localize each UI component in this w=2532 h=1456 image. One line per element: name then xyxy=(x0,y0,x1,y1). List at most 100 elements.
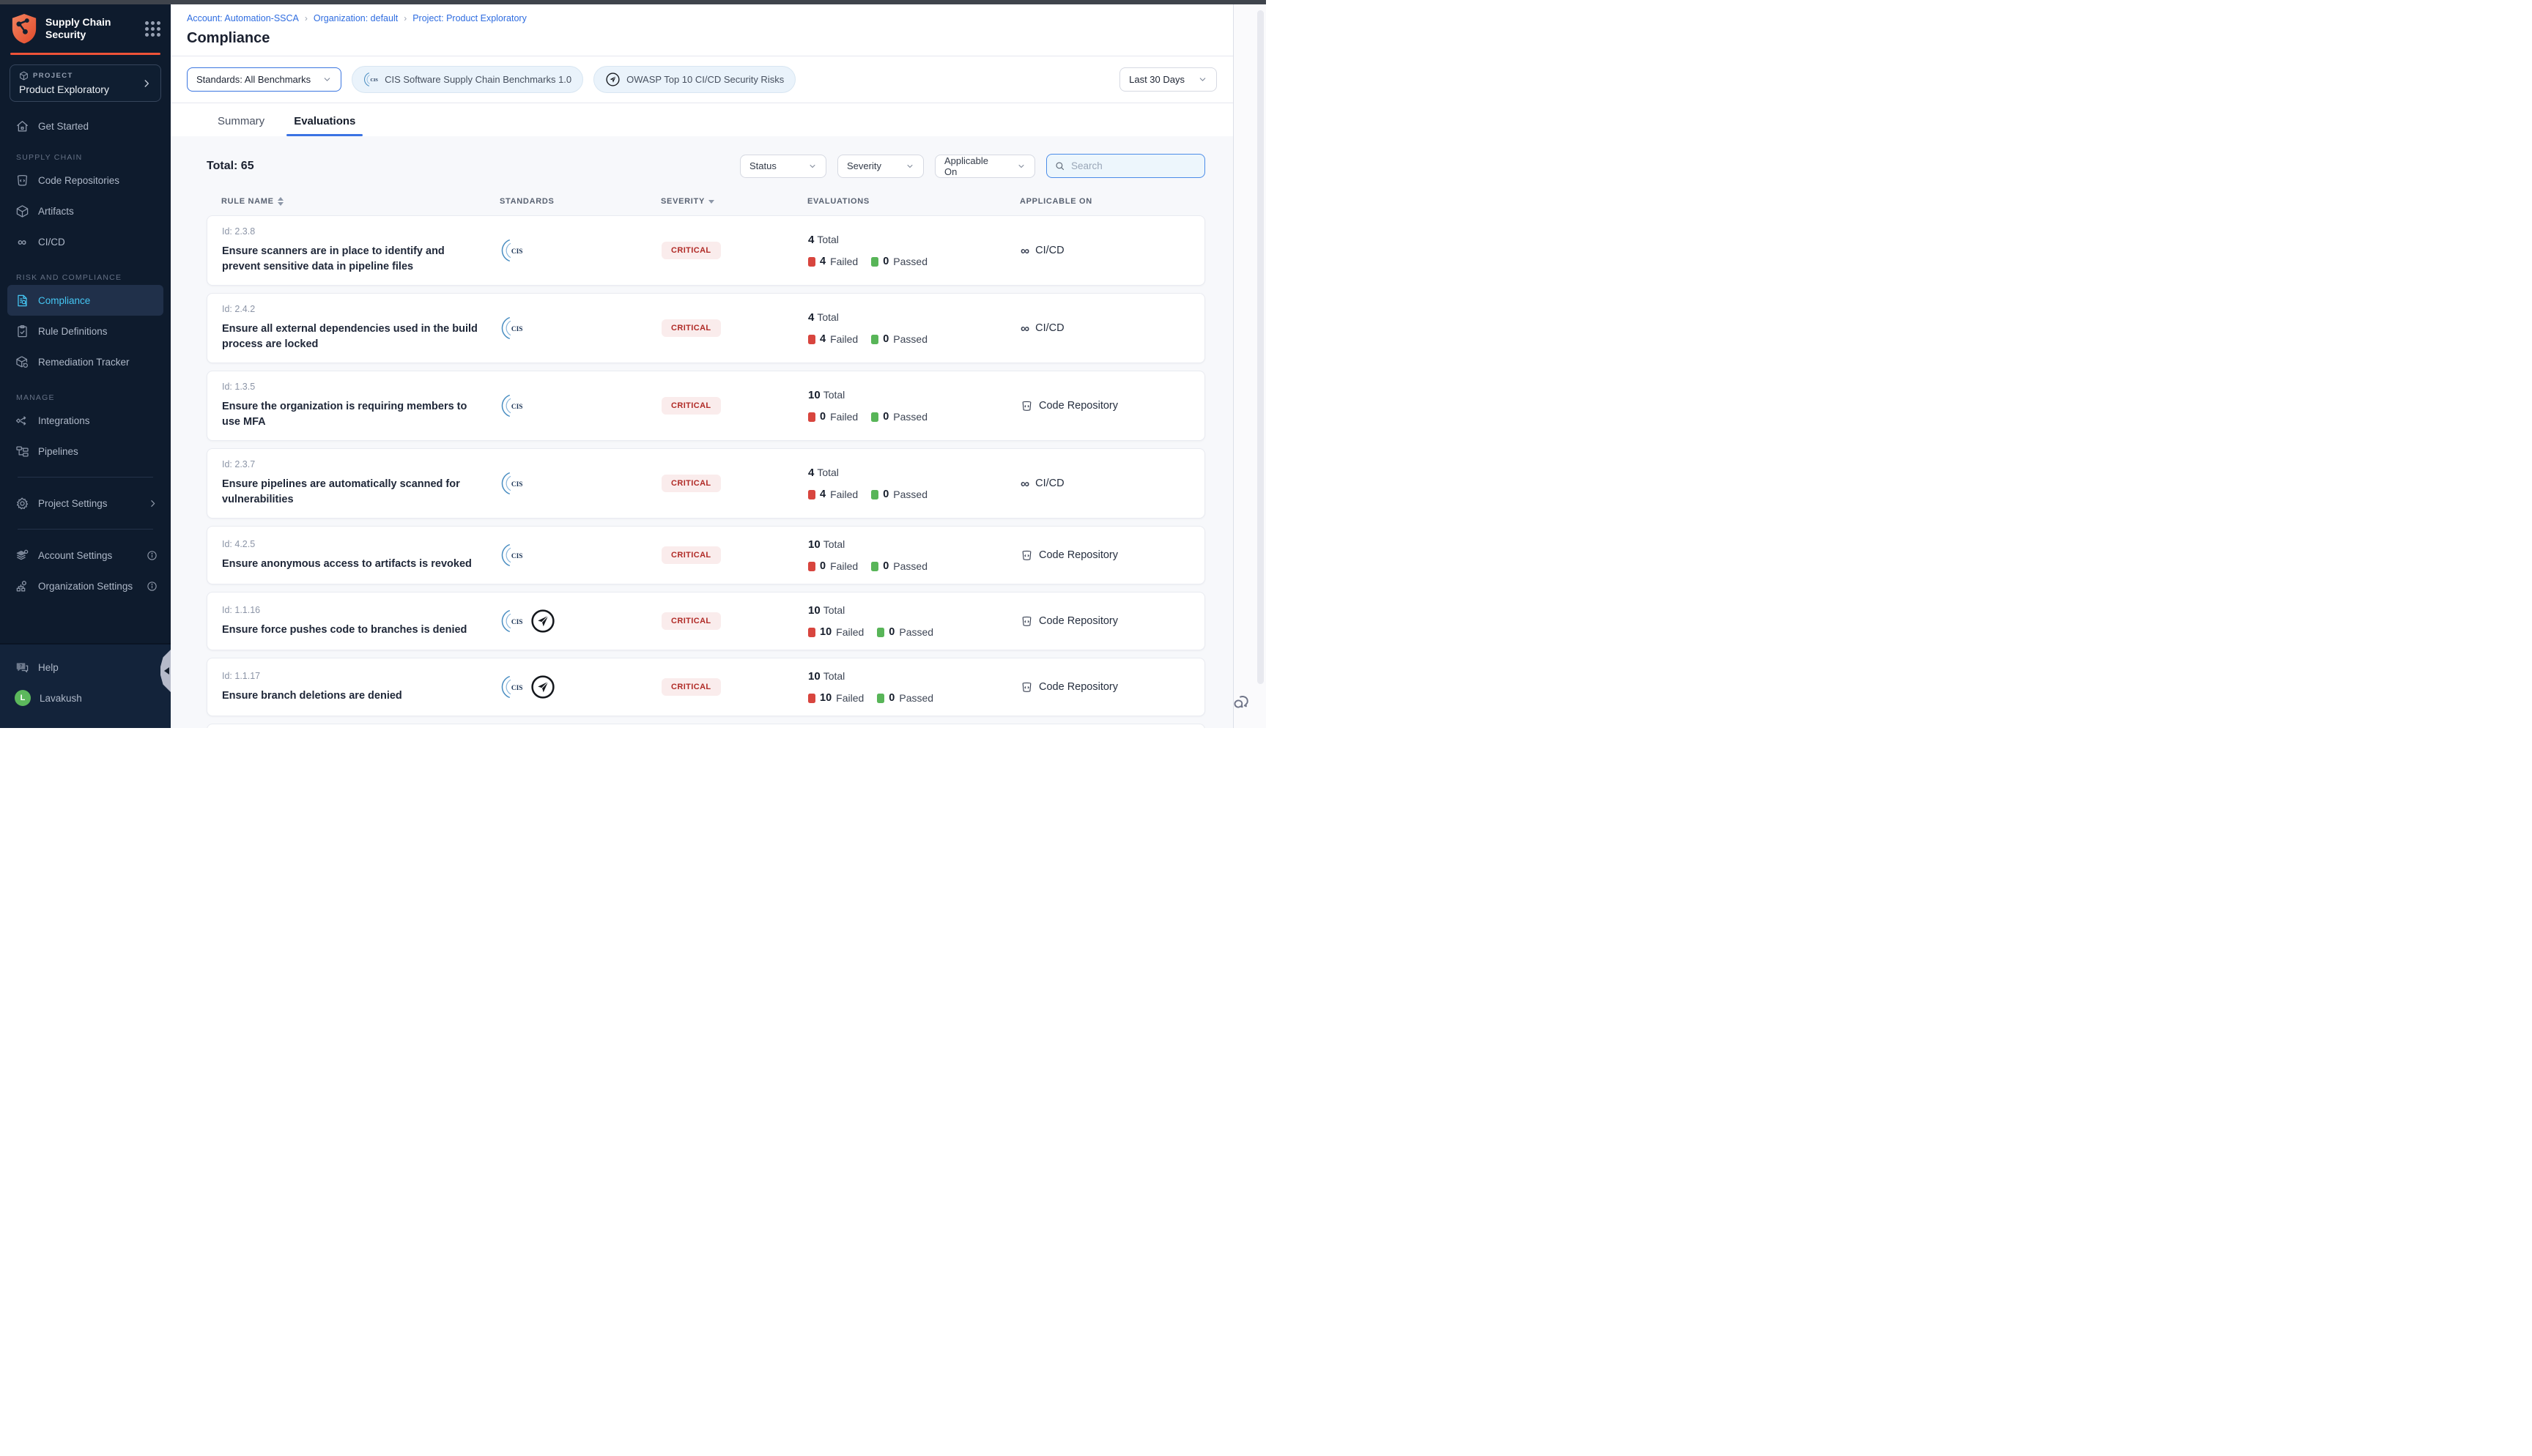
breadcrumb-account[interactable]: Account: Automation-SSCA xyxy=(187,13,299,23)
app-title: Supply Chain Security xyxy=(45,16,138,41)
svg-text:CIS: CIS xyxy=(511,326,523,333)
breadcrumb-organization[interactable]: Organization: default xyxy=(314,13,398,23)
section-label-risk-compliance: RISK AND COMPLIANCE xyxy=(16,273,163,282)
table-row[interactable]: Id: 1.3.5 Ensure the organization is req… xyxy=(207,371,1205,441)
evaluations-cell: 10Total 10Failed 0Passed xyxy=(808,604,1021,638)
sidebar-item-account-settings[interactable]: Account Settings xyxy=(7,540,163,571)
project-selector[interactable]: PROJECT Product Exploratory xyxy=(10,64,161,102)
severity-filter-dropdown[interactable]: Severity xyxy=(837,155,924,178)
table-row[interactable]: Id: 4.2.5 Ensure anonymous access to art… xyxy=(207,526,1205,584)
rule-name: Ensure scanners are in place to identify… xyxy=(222,244,500,275)
chip-owasp-top10[interactable]: OWASP Top 10 CI/CD Security Risks xyxy=(593,66,796,93)
rule-name: Ensure anonymous access to artifacts is … xyxy=(222,557,500,572)
info-icon[interactable] xyxy=(147,581,158,592)
applicable-on-filter-dropdown[interactable]: Applicable On xyxy=(935,155,1035,178)
table-row[interactable]: Id: 2.4.2 Ensure all external dependenci… xyxy=(207,293,1205,363)
svg-text:CIS: CIS xyxy=(511,553,523,560)
severity-badge: CRITICAL xyxy=(662,612,721,630)
user-name: Lavakush xyxy=(40,693,82,704)
breadcrumb-project[interactable]: Project: Product Exploratory xyxy=(412,13,527,23)
code-repository-icon xyxy=(1021,549,1033,562)
total-count: Total: 65 xyxy=(207,160,254,173)
sidebar-item-compliance[interactable]: Compliance xyxy=(7,285,163,316)
applicable-on-cell: Code Repository xyxy=(1021,549,1190,562)
date-range-dropdown[interactable]: Last 30 Days xyxy=(1119,67,1217,92)
column-rule-name[interactable]: RULE NAME xyxy=(221,197,500,206)
sidebar-item-project-settings[interactable]: Project Settings xyxy=(7,488,163,519)
sidebar-item-label: CI/CD xyxy=(38,237,65,248)
failed-indicator xyxy=(808,412,815,422)
sidebar-item-help[interactable]: ? Help xyxy=(7,652,163,683)
divider xyxy=(18,477,153,478)
severity-badge: CRITICAL xyxy=(662,678,721,696)
severity-badge: CRITICAL xyxy=(662,397,721,415)
chevron-down-icon xyxy=(322,75,332,84)
compliance-doc-search-icon xyxy=(15,293,29,308)
sidebar-item-label: Help xyxy=(38,662,59,673)
standards-cell: CIS xyxy=(500,316,662,341)
chat-support-icon[interactable] xyxy=(1232,693,1251,712)
chip-cis-benchmark[interactable]: CIS CIS Software Supply Chain Benchmarks… xyxy=(352,66,583,93)
column-severity[interactable]: SEVERITY xyxy=(661,197,807,206)
severity-badge: CRITICAL xyxy=(662,319,721,337)
tab-summary[interactable]: Summary xyxy=(218,115,264,136)
evaluations-panel: Total: 65 Status Severity Applicable On xyxy=(171,136,1233,728)
sidebar-item-label: Code Repositories xyxy=(38,175,119,186)
severity-filter-label: Severity xyxy=(847,160,881,171)
rule-id: Id: 1.1.16 xyxy=(222,605,500,615)
sidebar-item-get-started[interactable]: Get Started xyxy=(7,111,163,141)
status-filter-dropdown[interactable]: Status xyxy=(740,155,826,178)
breadcrumb-separator: › xyxy=(404,13,407,23)
table-row[interactable]: Id: 2.3.7 Ensure pipelines are automatic… xyxy=(207,448,1205,519)
rule-rows: Id: 2.3.8 Ensure scanners are in place t… xyxy=(207,215,1205,728)
divider xyxy=(18,529,153,530)
owasp-standard-icon xyxy=(530,608,556,634)
failed-indicator xyxy=(808,562,815,571)
standards-dropdown[interactable]: Standards: All Benchmarks xyxy=(187,67,341,92)
sidebar-item-label: Pipelines xyxy=(38,446,78,457)
cis-standard-icon: CIS xyxy=(500,675,525,699)
applicable-on-cell: Code Repository xyxy=(1021,400,1190,412)
rule-id: Id: 1.1.17 xyxy=(222,671,500,681)
user-menu[interactable]: L Lavakush xyxy=(7,683,163,713)
cis-standard-icon: CIS xyxy=(500,543,525,568)
svg-text:CIS: CIS xyxy=(371,78,379,83)
table-row-partial[interactable] xyxy=(207,724,1205,728)
cis-logo-icon: CIS xyxy=(363,72,379,87)
chat-help-icon: ? xyxy=(15,660,29,675)
table-row[interactable]: Id: 1.1.16 Ensure force pushes code to b… xyxy=(207,592,1205,650)
failed-indicator xyxy=(808,257,815,267)
app-switcher-grid-icon[interactable] xyxy=(145,21,160,37)
avatar: L xyxy=(15,690,31,706)
cicd-infinity-icon: ∞ xyxy=(1021,478,1029,490)
search-input[interactable] xyxy=(1071,160,1197,171)
applicable-on-cell: ∞ CI/CD xyxy=(1021,245,1190,257)
sidebar-item-organization-settings[interactable]: Organization Settings xyxy=(7,571,163,601)
applicable-on-filter-label: Applicable On xyxy=(944,155,1002,177)
chip-label: CIS Software Supply Chain Benchmarks 1.0 xyxy=(385,74,571,85)
standards-dropdown-value: Standards: All Benchmarks xyxy=(196,74,311,85)
svg-text:CIS: CIS xyxy=(511,404,523,411)
info-icon[interactable] xyxy=(147,550,158,561)
sidebar-item-pipelines[interactable]: Pipelines xyxy=(7,436,163,467)
sidebar-item-label: Remediation Tracker xyxy=(38,357,130,368)
sidebar-item-cicd[interactable]: ∞ CI/CD xyxy=(7,226,163,257)
search-box xyxy=(1046,154,1205,178)
tab-evaluations[interactable]: Evaluations xyxy=(294,115,355,136)
applicable-on-cell: ∞ CI/CD xyxy=(1021,322,1190,335)
sidebar-item-artifacts[interactable]: Artifacts xyxy=(7,196,163,226)
table-header: RULE NAME STANDARDS SEVERITY EVALUATIONS… xyxy=(207,197,1205,206)
status-filter-label: Status xyxy=(749,160,777,171)
page-scrollbar[interactable] xyxy=(1257,10,1264,684)
sidebar-item-code-repositories[interactable]: Code Repositories xyxy=(7,165,163,196)
project-name: Product Exploratory xyxy=(19,83,141,95)
svg-text:CIS: CIS xyxy=(511,248,523,256)
sidebar-item-rule-definitions[interactable]: Rule Definitions xyxy=(7,316,163,346)
sidebar-item-integrations[interactable]: Integrations xyxy=(7,405,163,436)
table-row[interactable]: Id: 1.1.17 Ensure branch deletions are d… xyxy=(207,658,1205,716)
sidebar-item-remediation-tracker[interactable]: Remediation Tracker xyxy=(7,346,163,377)
rule-name: Ensure force pushes code to branches is … xyxy=(222,623,500,638)
table-row[interactable]: Id: 2.3.8 Ensure scanners are in place t… xyxy=(207,215,1205,286)
sort-both-icon[interactable] xyxy=(278,197,284,206)
svg-text:CIS: CIS xyxy=(511,619,523,626)
